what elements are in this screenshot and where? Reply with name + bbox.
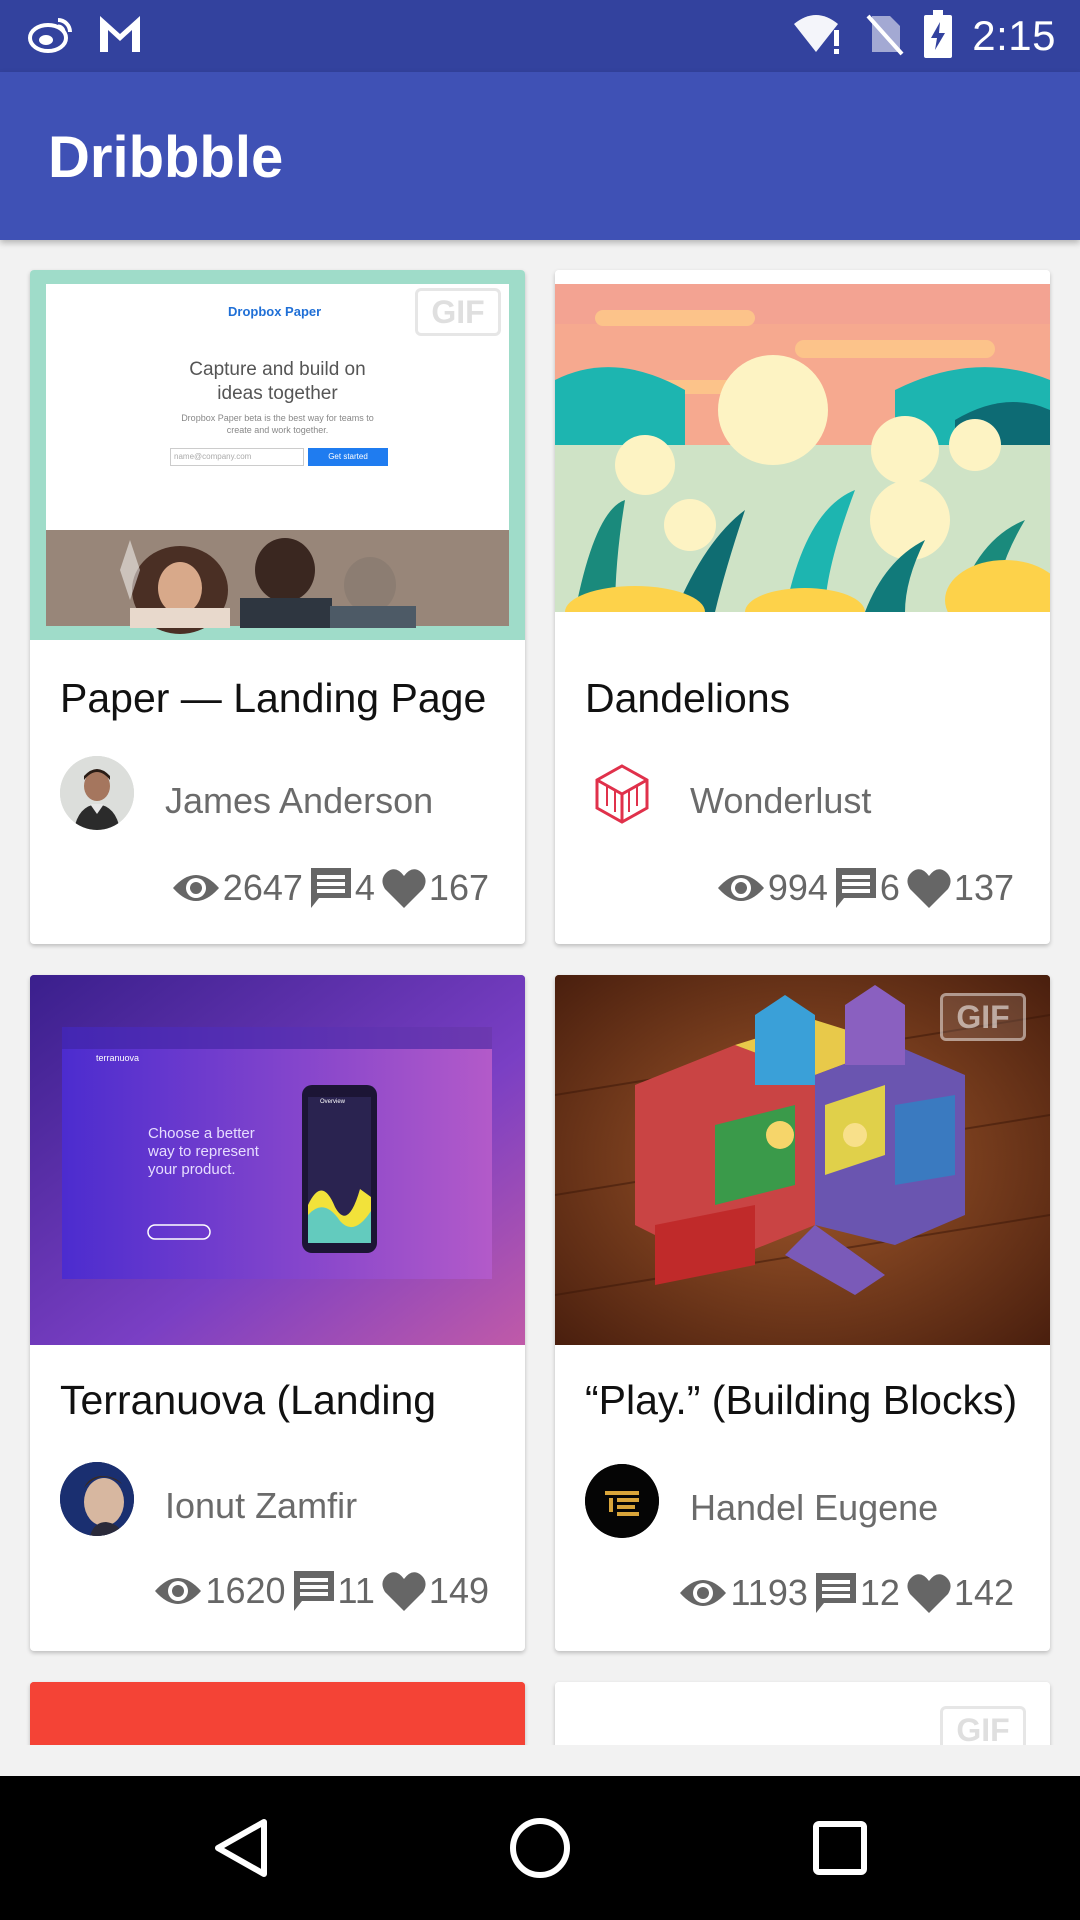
views-icon [153,1571,203,1611]
shot-title: Paper — Landing Page [60,675,487,721]
views-count: 1193 [730,1572,808,1613]
avatar[interactable] [585,756,659,830]
comments-count: 11 [337,1570,375,1611]
views-icon [678,1573,728,1613]
likes-icon [906,867,952,909]
gif-badge: GIF [940,1706,1026,1745]
avatar[interactable] [585,1464,659,1538]
author-name[interactable]: Wonderlust [690,780,871,822]
likes-icon [381,867,427,909]
app-title: Dribbble [48,125,284,190]
likes-icon [906,1572,952,1614]
author-name[interactable]: Ionut Zamfir [165,1485,357,1527]
navigation-bar [0,1776,1080,1920]
app-bar: Dribbble [0,72,1080,240]
shot-card[interactable] [30,1682,525,1745]
no-sim-icon [864,12,904,61]
likes-count: 149 [428,1570,489,1611]
shot-card[interactable]: GIF [555,1682,1050,1745]
preview-headline: Choose a better way to represent your pr… [148,1125,259,1178]
views-count: 994 [767,867,828,908]
preview-get-started: Get started [308,448,388,466]
likes-count: 142 [953,1572,1014,1613]
recents-icon[interactable] [804,1812,876,1884]
preview-phone-title: Overview [320,1099,346,1105]
shot-image[interactable]: Dropbox Paper Capture and build on ideas… [30,270,525,640]
shot-card[interactable]: Dandelions Wonderlust 994 6 137 [555,270,1050,944]
author-name[interactable]: Handel Eugene [690,1487,938,1529]
shot-title: Terranuova (Landing [60,1377,437,1423]
shot-image[interactable] [555,270,1050,626]
shot-stats: 994 6 137 [716,866,1020,910]
back-icon[interactable] [204,1812,276,1884]
views-count: 1620 [205,1570,286,1611]
status-bar: 2:15 [0,0,1080,72]
comments-icon [834,866,878,910]
preview-headline: Capture and build on ideas together [189,359,366,404]
likes-count: 167 [428,867,489,908]
gmail-icon [98,14,142,59]
avatar[interactable] [60,756,134,830]
shots-grid[interactable]: Dropbox Paper Capture and build on ideas… [0,240,1080,1745]
wifi-alert-icon [792,12,844,61]
shot-title: “Play.” (Building Blocks) [585,1377,1018,1423]
likes-icon [381,1570,427,1612]
shot-card[interactable]: GIF “Play.” (Building Blocks) Handel Eug… [555,975,1050,1651]
shot-card[interactable]: terranuova Choose a better way to repres… [30,975,525,1651]
shot-image[interactable]: GIF [555,1682,1050,1745]
likes-count: 137 [953,867,1014,908]
comments-count: 4 [354,867,375,908]
shot-card[interactable]: Dropbox Paper Capture and build on ideas… [30,270,525,944]
preview-email-input: name@company.com [170,448,304,466]
home-icon[interactable] [504,1812,576,1884]
battery-charging-icon [924,9,953,63]
preview-brand: terranuova [96,1053,140,1063]
shot-image[interactable]: terranuova Choose a better way to repres… [30,975,525,1345]
shot-stats: 1620 11 149 [153,1569,495,1613]
weibo-icon [28,14,74,59]
comments-count: 12 [859,1572,900,1613]
views-count: 2647 [222,867,303,908]
dropbox-paper-logo: Dropbox Paper [228,304,322,319]
shot-image[interactable]: GIF [555,975,1050,1345]
gif-badge: GIF [415,288,501,336]
comments-count: 6 [879,867,900,908]
shot-title: Dandelions [585,675,791,721]
screen: 2:15 Dribbble Dropbox Paper Capture and … [0,0,1080,1920]
views-icon [716,868,766,908]
comments-icon [309,866,353,910]
author-name[interactable]: James Anderson [165,780,433,822]
views-icon [171,868,221,908]
comments-icon [814,1571,858,1615]
status-time: 2:15 [972,12,1056,59]
shot-stats: 2647 4 167 [171,866,495,910]
preview-subtext: Dropbox Paper beta is the best way for t… [181,413,374,435]
avatar[interactable] [60,1462,134,1536]
shot-stats: 1193 12 142 [678,1571,1020,1615]
gif-badge: GIF [940,993,1026,1041]
comments-icon [292,1569,336,1613]
shot-image[interactable] [30,1682,525,1745]
